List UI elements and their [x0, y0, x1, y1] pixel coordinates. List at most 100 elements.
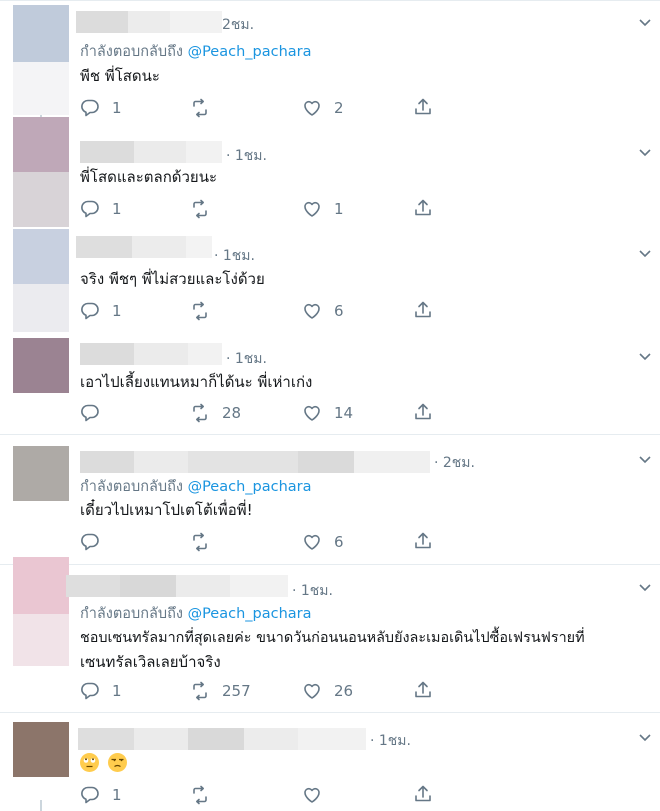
reply-icon: [81, 533, 99, 551]
retweet-button[interactable]: [190, 530, 222, 554]
redacted-name: [76, 236, 132, 258]
avatar: [13, 62, 69, 115]
redacted-name: [78, 728, 134, 750]
chevron-down-icon[interactable]: [638, 146, 652, 160]
share-button[interactable]: [413, 298, 433, 322]
retweet-button[interactable]: [190, 197, 222, 221]
share-button[interactable]: [413, 678, 433, 702]
tweet-text: พี่โสดและตลกด้วยนะ: [80, 168, 218, 186]
reply-button[interactable]: [80, 401, 112, 425]
reply-icon: [81, 302, 99, 320]
like-button[interactable]: [302, 783, 334, 807]
share-button[interactable]: [413, 400, 433, 424]
redacted-name: [188, 451, 298, 473]
timestamp[interactable]: · 1ชม.: [226, 348, 267, 370]
replying-to: กำลังตอบกลับถึง @Peach_pachara: [80, 40, 312, 63]
timestamp[interactable]: 2ชม.: [222, 14, 254, 36]
retweet-icon: [193, 681, 207, 701]
reply-button[interactable]: 1: [80, 299, 122, 323]
heart-icon: [304, 534, 320, 550]
tweet[interactable]: · 1ชม. กำลังตอบกลับถึง @Peach_pachara ชอ…: [0, 557, 660, 712]
tweet-text: เดี๋ยวไปเหมาโปเตโต้เพื่อพี่!: [80, 501, 253, 519]
avatar: [13, 614, 69, 666]
timestamp[interactable]: · 2ชม.: [434, 452, 475, 474]
tweet[interactable]: · 1ชม. 1: [0, 713, 660, 811]
redacted-name: [80, 343, 134, 365]
avatar[interactable]: [13, 5, 69, 62]
avatar[interactable]: [13, 229, 69, 284]
redacted-name: [354, 451, 430, 473]
avatar[interactable]: [13, 722, 69, 777]
timestamp[interactable]: · 1ชม.: [292, 580, 333, 602]
reply-button[interactable]: 1: [80, 679, 122, 703]
retweet-icon: [193, 301, 207, 321]
tweet-text-line: เซนทรัลเวิลเลยบ้าจริง: [80, 653, 221, 671]
replying-prefix: กำลังตอบกลับถึง: [80, 606, 183, 622]
timestamp[interactable]: · 1ชม.: [214, 245, 255, 267]
redacted-name: [186, 236, 212, 258]
share-icon: [415, 98, 431, 115]
tweet-text: จริง พีชๆ พี่ไม่สวยและโง่ด้วย: [80, 270, 265, 288]
reply-button[interactable]: 1: [80, 783, 122, 807]
tweet[interactable]: · 1ชม. พี่โสดและตลกด้วยนะ 1 1: [0, 115, 660, 227]
timestamp[interactable]: · 1ชม.: [370, 730, 411, 752]
avatar[interactable]: [13, 446, 69, 501]
face-with-rolling-eyes-icon: [80, 753, 99, 772]
like-button[interactable]: 6: [302, 299, 344, 323]
tweet[interactable]: · 1ชม. เอาไปเลี้ยงแทนหมาก็ได้นะ พี่เห่าเ…: [0, 337, 660, 434]
redacted-name: [134, 728, 188, 750]
share-icon: [415, 681, 431, 698]
redacted-name: [298, 451, 354, 473]
redacted-name: [80, 451, 134, 473]
reply-button[interactable]: [80, 530, 112, 554]
share-icon: [415, 532, 431, 549]
like-count: 6: [334, 533, 344, 551]
chevron-down-icon[interactable]: [638, 731, 652, 745]
like-button[interactable]: 14: [302, 401, 353, 425]
avatar[interactable]: [13, 117, 69, 172]
avatar: [13, 172, 69, 227]
share-icon: [415, 199, 431, 216]
tweet[interactable]: 2ชม. กำลังตอบกลับถึง @Peach_pachara พีช …: [0, 0, 660, 130]
timestamp[interactable]: · 1ชม.: [226, 145, 267, 167]
reply-button[interactable]: 1: [80, 197, 122, 221]
like-button[interactable]: 6: [302, 530, 344, 554]
tweet-text-line: ชอบเซนทรัลมากที่สุดเลยค่ะ ขนาดวันก่อนนอน…: [80, 630, 585, 646]
heart-icon: [304, 787, 320, 803]
retweet-button[interactable]: [190, 299, 222, 323]
heart-icon: [304, 303, 320, 319]
chevron-down-icon[interactable]: [638, 16, 652, 30]
share-button[interactable]: [413, 529, 433, 553]
avatar: [13, 284, 69, 332]
tweet[interactable]: · 1ชม. จริง พีชๆ พี่ไม่สวยและโง่ด้วย 1 6: [0, 227, 660, 335]
tweet[interactable]: · 2ชม. กำลังตอบกลับถึง @Peach_pachara เด…: [0, 435, 660, 564]
like-button[interactable]: 26: [302, 679, 353, 703]
retweet-button[interactable]: 257: [190, 679, 251, 703]
reply-count: 1: [112, 302, 122, 320]
share-button[interactable]: [413, 782, 433, 806]
redacted-name: [170, 11, 222, 33]
retweet-count: 28: [222, 404, 242, 422]
avatar[interactable]: [13, 557, 69, 614]
chevron-down-icon[interactable]: [638, 581, 652, 595]
chevron-down-icon[interactable]: [638, 247, 652, 261]
retweet-icon: [193, 785, 207, 805]
reply-handle-link[interactable]: @Peach_pachara: [188, 479, 312, 495]
retweet-icon: [193, 199, 207, 219]
retweet-button[interactable]: 28: [190, 401, 241, 425]
redacted-name: [120, 575, 176, 597]
share-icon: [415, 403, 431, 420]
like-button[interactable]: 1: [302, 197, 344, 221]
retweet-button[interactable]: [190, 783, 222, 807]
redacted-name: [134, 141, 186, 163]
chevron-down-icon[interactable]: [638, 350, 652, 364]
share-button[interactable]: [413, 196, 433, 220]
reply-handle-link[interactable]: @Peach_pachara: [188, 606, 312, 622]
retweet-icon: [193, 403, 207, 423]
avatar[interactable]: [13, 338, 69, 393]
reply-handle-link[interactable]: @Peach_pachara: [188, 44, 312, 60]
replying-to: กำลังตอบกลับถึง @Peach_pachara: [80, 475, 312, 498]
chevron-down-icon[interactable]: [638, 453, 652, 467]
redacted-name: [298, 728, 366, 750]
retweet-icon: [193, 532, 207, 552]
